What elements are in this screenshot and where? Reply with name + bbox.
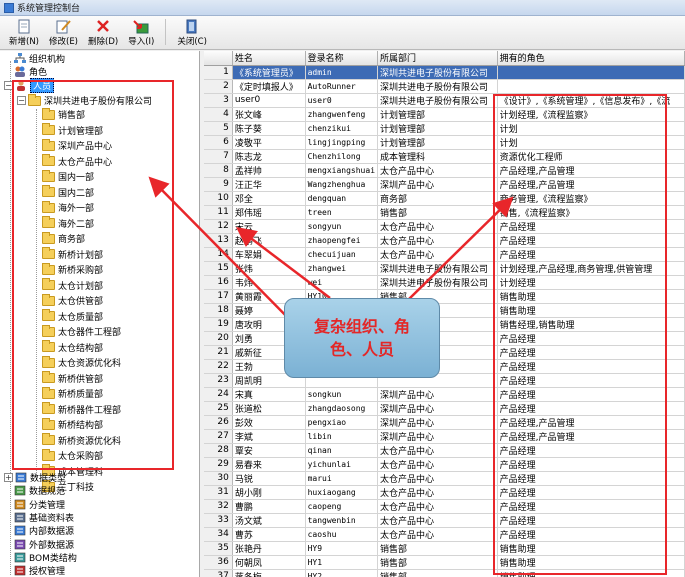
arrow-to-roles: [407, 196, 514, 301]
callout-line-1: 复杂组织、角: [313, 317, 410, 336]
annotation-callout: 复杂组织、角 色、人员: [284, 298, 440, 378]
arrow-to-users: [236, 226, 331, 299]
arrow-to-tree: [148, 176, 301, 331]
callout-line-2: 色、人员: [329, 340, 394, 359]
annotation-arrows: [148, 176, 514, 331]
